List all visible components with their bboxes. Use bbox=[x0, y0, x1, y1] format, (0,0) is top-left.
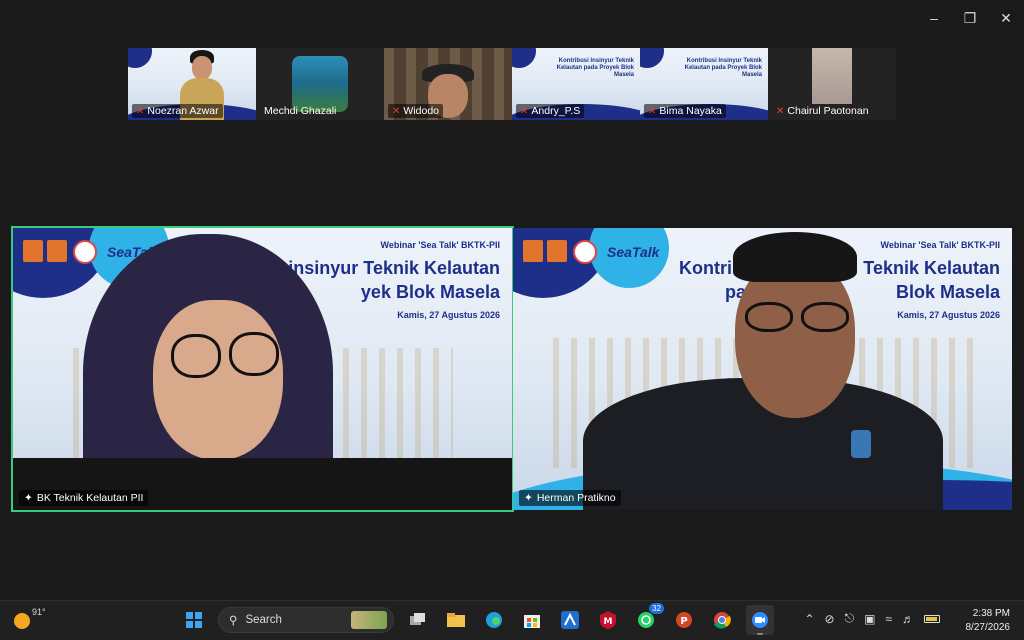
glasses bbox=[745, 302, 793, 332]
slide-header: Webinar 'Sea Talk' BKTK-PII bbox=[880, 240, 1000, 250]
seatalk-logo: SeaTalk bbox=[607, 244, 660, 260]
participant-thumb-bima[interactable]: Kontribusi Insinyur Teknik Kelautan pada… bbox=[640, 48, 768, 120]
mic-muted-icon: ✕ bbox=[392, 105, 401, 117]
maximize-button[interactable]: ❐ bbox=[952, 0, 988, 36]
mic-muted-icon: ✕ bbox=[648, 105, 657, 117]
participant-thumb-noezran[interactable]: ✕ Noezran Azwar bbox=[128, 48, 256, 120]
participant-name-label: ✕ Noezran Azwar bbox=[132, 104, 223, 118]
microsoft-store-icon[interactable] bbox=[518, 605, 546, 635]
close-button[interactable]: ✕ bbox=[988, 0, 1024, 36]
slide-date: Kamis, 27 Agustus 2026 bbox=[897, 310, 1000, 320]
video-tile-bk-teknik-kelautan[interactable]: SeaTalk Webinar 'Sea Talk' BKTK-PII K in… bbox=[11, 226, 514, 512]
pii-logo-icon bbox=[523, 240, 543, 262]
mcafee-icon[interactable]: M bbox=[594, 605, 622, 635]
windows-logo-icon bbox=[186, 612, 202, 628]
time-label: 2:38 PM bbox=[972, 608, 1010, 619]
minimize-button[interactable]: – bbox=[916, 0, 952, 36]
notification-badge: 32 bbox=[649, 603, 664, 614]
taskbar-search[interactable]: ⚲ bbox=[218, 607, 394, 633]
date-label: 8/27/2026 bbox=[965, 622, 1011, 633]
bktk-logo-icon bbox=[547, 240, 567, 262]
powerpoint-icon[interactable]: P bbox=[670, 605, 698, 635]
zoom-icon[interactable] bbox=[746, 605, 774, 635]
battery-icon[interactable] bbox=[924, 614, 940, 623]
video-tile-herman-pratikno[interactable]: SeaTalk Webinar 'Sea Talk' BKTK-PII Kont… bbox=[513, 228, 1012, 510]
camera-off-icon[interactable]: ⊘ bbox=[825, 612, 835, 626]
start-button[interactable] bbox=[180, 605, 208, 635]
pin-icon: ✦ bbox=[524, 492, 533, 504]
windows-taskbar: 91° ⚲ M 32 bbox=[0, 600, 1024, 640]
slide-title-line2: yek Blok Masela bbox=[360, 282, 500, 302]
screen-share-icon[interactable]: ▣ bbox=[864, 612, 875, 626]
wifi-icon[interactable]: ≈ bbox=[885, 612, 892, 626]
whatsapp-icon[interactable]: 32 bbox=[632, 603, 664, 635]
system-tray: ⌃ ⊘ ⎋ ▣ ≈ ♬ bbox=[804, 611, 940, 626]
pin-icon: ✦ bbox=[24, 492, 33, 504]
slide-date: Kamis, 27 Agustus 2026 bbox=[397, 310, 500, 320]
sun-icon bbox=[14, 613, 30, 629]
tile-name-label: ✦ BK Teknik Kelautan PII bbox=[19, 490, 149, 506]
bktk-logo-icon bbox=[47, 240, 67, 262]
mic-muted-icon: ✕ bbox=[520, 105, 529, 117]
participant-thumb-andry[interactable]: Kontribusi Insinyur Teknik Kelautan pada… bbox=[512, 48, 640, 120]
volume-icon[interactable]: ♬ bbox=[902, 612, 914, 626]
participant-thumb-widodo[interactable]: ✕ Widodo bbox=[384, 48, 512, 120]
file-explorer-icon[interactable] bbox=[442, 605, 470, 635]
svg-text:M: M bbox=[604, 617, 613, 627]
svg-text:P: P bbox=[680, 616, 687, 627]
mic-muted-icon: ✕ bbox=[136, 105, 145, 117]
slide-title-line1: insinyur Teknik Kelautan bbox=[288, 258, 500, 278]
tile-name-label: ✦ Herman Pratikno bbox=[519, 490, 621, 506]
glasses bbox=[229, 332, 279, 376]
search-input[interactable] bbox=[245, 614, 346, 626]
slide-header: Webinar 'Sea Talk' BKTK-PII bbox=[380, 240, 500, 250]
participant-name-label: ✕ Widodo bbox=[388, 104, 443, 118]
task-view-icon[interactable] bbox=[404, 605, 432, 635]
participant-thumb-mechdi[interactable]: Mechdi Ghazali bbox=[256, 48, 384, 120]
microphone-icon[interactable]: ⎋ bbox=[845, 611, 855, 626]
slide-title-line1: Teknik Kelautan bbox=[863, 258, 1000, 278]
slide-title-line2: Blok Masela bbox=[895, 282, 1000, 302]
university-logo-icon bbox=[73, 240, 97, 264]
pii-logo-icon bbox=[23, 240, 43, 262]
participant-thumb-chairul[interactable]: ✕ Chairul Paotonan bbox=[768, 48, 896, 120]
system-clock[interactable]: 2:38 PM 8/27/2026 bbox=[966, 607, 1011, 635]
mic-muted-icon: ✕ bbox=[776, 105, 785, 117]
remote-app-icon[interactable] bbox=[556, 605, 584, 635]
window-controls: – ❐ ✕ bbox=[916, 0, 1024, 36]
university-logo-icon bbox=[573, 240, 597, 264]
chevron-up-icon[interactable]: ⌃ bbox=[804, 612, 814, 626]
glasses bbox=[171, 334, 221, 378]
participant-name-label: ✕ Chairul Paotonan bbox=[776, 105, 869, 117]
edge-browser-icon[interactable] bbox=[480, 605, 508, 635]
participant-name-label: ✕ Bima Nayaka bbox=[644, 104, 726, 118]
search-highlight-image bbox=[351, 611, 387, 629]
temperature-label: 91° bbox=[32, 607, 46, 617]
participant-name-label: ✕ Andry_P.S bbox=[516, 104, 585, 118]
participant-name-label: Mechdi Ghazali bbox=[264, 105, 337, 117]
chrome-icon[interactable] bbox=[708, 605, 736, 635]
search-icon: ⚲ bbox=[229, 615, 238, 627]
weather-widget[interactable]: 91° bbox=[14, 607, 46, 629]
glasses bbox=[801, 302, 849, 332]
